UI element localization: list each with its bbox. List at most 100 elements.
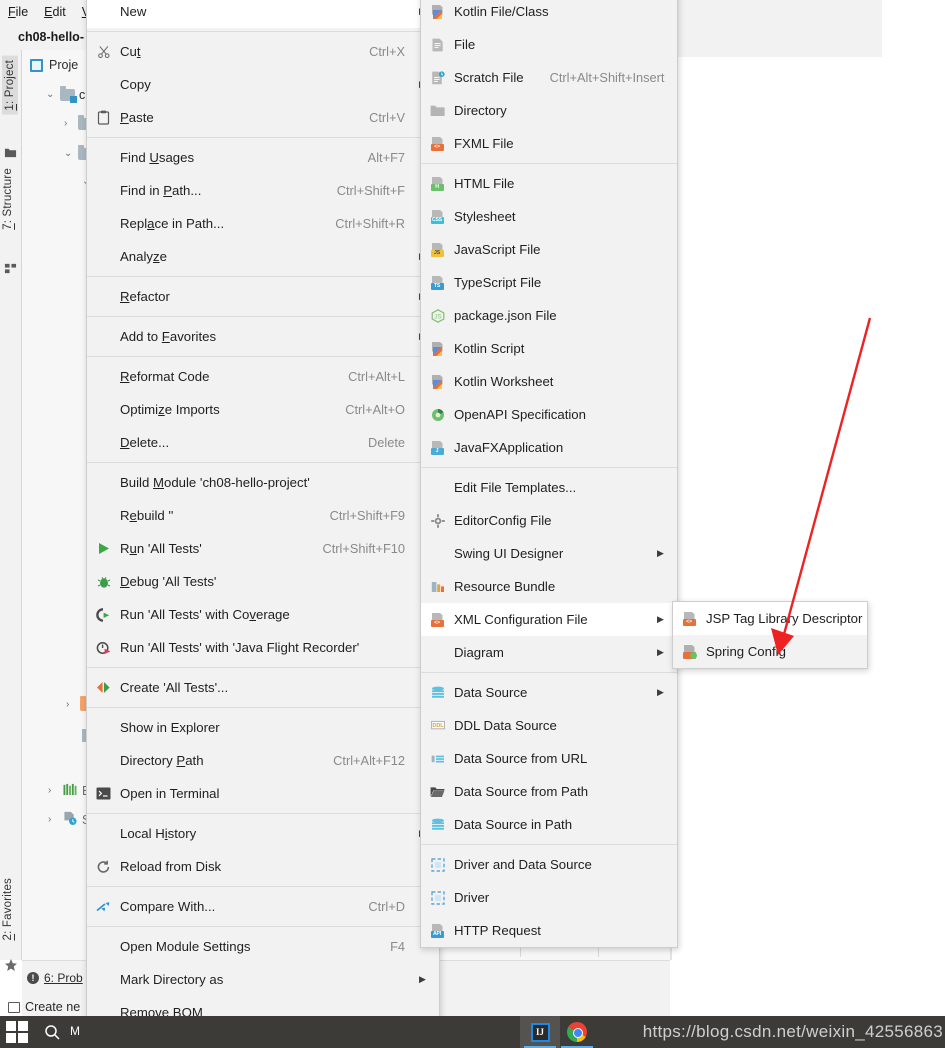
- menu-file[interactable]: File: [8, 5, 28, 19]
- menu-item-resource-bundle[interactable]: Resource Bundle: [421, 570, 677, 603]
- windows-taskbar[interactable]: M IJ: [0, 1016, 945, 1048]
- menu-item-jsp-tag-library-descriptor[interactable]: <> JSP Tag Library Descriptor: [673, 602, 867, 635]
- menu-item-build-module-ch08-hello-project[interactable]: Build Module 'ch08-hello-project': [87, 466, 439, 499]
- menu-item-openapi-specification[interactable]: OpenAPI Specification: [421, 398, 677, 431]
- search-label[interactable]: M: [70, 1024, 80, 1038]
- run-icon: [95, 541, 112, 557]
- menu-item-data-source-in-path[interactable]: Data Source in Path: [421, 808, 677, 841]
- chevron-right-icon[interactable]: ›: [64, 119, 74, 129]
- menu-item-data-source-from-path[interactable]: Data Source from Path: [421, 775, 677, 808]
- no-icon: [95, 249, 112, 265]
- sidebar-tab-structure[interactable]: 7: Structure: [2, 168, 14, 230]
- context-menu[interactable]: New▶ CutCtrl+XCopy▶PasteCtrl+V Find Usages…: [86, 0, 440, 1048]
- menu-item-data-source[interactable]: Data Source ▶: [421, 676, 677, 709]
- menu-item-kotlin-file-class[interactable]: Kotlin File/Class: [421, 0, 677, 28]
- menu-item-copy[interactable]: Copy▶: [87, 68, 439, 101]
- menu-item-rebuild-default[interactable]: Rebuild '' Ctrl+Shift+F9: [87, 499, 439, 532]
- menu-item-swing-ui-designer[interactable]: Swing UI Designer ▶: [421, 537, 677, 570]
- menu-item-analyze[interactable]: Analyze▶: [87, 240, 439, 273]
- menu-item-debug-all-tests[interactable]: Debug 'All Tests': [87, 565, 439, 598]
- new-submenu[interactable]: Kotlin File/Class File Scratch File Ctrl+Al…: [420, 0, 678, 948]
- menu-edit[interactable]: Edit: [44, 5, 66, 19]
- chevron-right-icon[interactable]: ›: [48, 814, 58, 825]
- ddl-icon: DDL: [429, 718, 446, 734]
- project-panel-label: Proje: [49, 58, 79, 72]
- submenu-arrow-icon: ▶: [419, 974, 426, 984]
- menu-item-driver[interactable]: Driver: [421, 881, 677, 914]
- chevron-down-icon[interactable]: ⌄: [64, 149, 74, 159]
- menu-item-label: Swing UI Designer: [454, 546, 564, 561]
- menu-item-typescript-file[interactable]: TS TypeScript File: [421, 266, 677, 299]
- menu-item-diagram[interactable]: Diagram ▶: [421, 636, 677, 669]
- menu-item-paste[interactable]: Paste Ctrl+V: [87, 101, 439, 134]
- menu-item-create-all-tests[interactable]: Create 'All Tests'...: [87, 671, 439, 704]
- menu-item-http-request[interactable]: API HTTP Request: [421, 914, 677, 947]
- menu-item-ddl-data-source[interactable]: DDL DDL Data Source: [421, 709, 677, 742]
- xml-configuration-submenu[interactable]: <> JSP Tag Library Descriptor Spring Confi…: [672, 601, 868, 669]
- menu-item-package-json-file[interactable]: JS package.json File: [421, 299, 677, 332]
- menu-item-stylesheet[interactable]: CSS Stylesheet: [421, 200, 677, 233]
- menu-item-label: Data Source from URL: [454, 751, 588, 766]
- menu-item-delete[interactable]: Delete... Delete: [87, 426, 439, 459]
- menu-item-javascript-file[interactable]: JS JavaScript File: [421, 233, 677, 266]
- no-icon: [95, 826, 112, 842]
- menu-item-show-in-explorer[interactable]: Show in Explorer: [87, 711, 439, 744]
- sidebar-tab-project[interactable]: 1: Project: [2, 56, 18, 115]
- menu-item-run-all-tests-with-coverage[interactable]: Run 'All Tests' with Coverage: [87, 598, 439, 631]
- chevron-right-icon[interactable]: ›: [66, 700, 76, 710]
- menu-item-find-usages[interactable]: Find Usages Alt+F7: [87, 141, 439, 174]
- menu-item-data-source-from-url[interactable]: Data Source from URL: [421, 742, 677, 775]
- kotlin-file-icon: [429, 341, 446, 357]
- menu-item-cut[interactable]: Cut Ctrl+X: [87, 35, 439, 68]
- menu-item-optimize-imports[interactable]: Optimize Imports Ctrl+Alt+O: [87, 393, 439, 426]
- menu-item-kotlin-worksheet[interactable]: Kotlin Worksheet: [421, 365, 677, 398]
- menu-item-shortcut: Ctrl+V: [369, 110, 405, 125]
- menu-item-reload-from-disk[interactable]: Reload from Disk: [87, 850, 439, 883]
- menu-item-open-in-terminal[interactable]: Open in Terminal: [87, 777, 439, 810]
- menu-item-directory[interactable]: Directory: [421, 94, 677, 127]
- menu-item-html-file[interactable]: H HTML File: [421, 167, 677, 200]
- menu-item-label: Run 'All Tests' with Coverage: [120, 607, 290, 622]
- no-icon: [95, 77, 112, 93]
- js-file-icon: JS: [429, 242, 446, 258]
- menu-item-edit-file-templates[interactable]: Edit File Templates...: [421, 471, 677, 504]
- menu-item-label: Show in Explorer: [120, 720, 220, 735]
- menu-item-xml-configuration-file[interactable]: <> XML Configuration File ▶: [421, 603, 677, 636]
- menu-item-editorconfig-file[interactable]: EditorConfig File: [421, 504, 677, 537]
- status-problems[interactable]: ! 6: Prob: [27, 971, 83, 985]
- menu-item-driver-and-data-source[interactable]: Driver and Data Source: [421, 848, 677, 881]
- no-icon: [95, 508, 112, 524]
- menu-item-run-all-tests[interactable]: Run 'All Tests' Ctrl+Shift+F10: [87, 532, 439, 565]
- menu-item-directory-path[interactable]: Directory Path Ctrl+Alt+F12: [87, 744, 439, 777]
- menu-item-file[interactable]: File: [421, 28, 677, 61]
- menu-item-fxml-file[interactable]: <> FXML File: [421, 127, 677, 160]
- menu-item-local-history[interactable]: Local History▶: [87, 817, 439, 850]
- menu-item-kotlin-script[interactable]: Kotlin Script: [421, 332, 677, 365]
- menu-item-label: JavaFXApplication: [454, 440, 564, 455]
- menu-item-label: Kotlin Worksheet: [454, 374, 554, 389]
- taskbar-app-chrome[interactable]: [557, 1016, 597, 1048]
- sidebar-tab-favorites[interactable]: 2: Favorites: [2, 878, 14, 941]
- menu-item-run-all-tests-with-java-flight-recorder[interactable]: Run 'All Tests' with 'Java Flight Record…: [87, 631, 439, 664]
- menu-item-compare-with[interactable]: Compare With... Ctrl+D: [87, 890, 439, 923]
- search-icon[interactable]: [44, 1024, 61, 1045]
- status-create-new[interactable]: Create ne: [8, 1000, 80, 1014]
- menu-item-scratch-file[interactable]: Scratch File Ctrl+Alt+Shift+Insert: [421, 61, 677, 94]
- menu-item-reformat-code[interactable]: Reformat Code Ctrl+Alt+L: [87, 360, 439, 393]
- menu-item-refactor[interactable]: Refactor▶: [87, 280, 439, 313]
- chevron-down-icon[interactable]: ⌄: [46, 90, 56, 100]
- menu-item-replace-in-path[interactable]: Replace in Path... Ctrl+Shift+R: [87, 207, 439, 240]
- taskbar-app-intellij[interactable]: IJ: [520, 1016, 560, 1048]
- menu-item-new[interactable]: New▶: [87, 0, 439, 28]
- menu-item-shortcut: Ctrl+Alt+O: [345, 402, 405, 417]
- menu-item-add-to-favorites[interactable]: Add to Favorites▶: [87, 320, 439, 353]
- menu-item-open-module-settings[interactable]: Open Module Settings F4: [87, 930, 439, 963]
- menu-item-shortcut: Ctrl+Alt+L: [348, 369, 405, 384]
- menu-item-javafxapplication[interactable]: J JavaFXApplication: [421, 431, 677, 464]
- menu-item-mark-directory-as[interactable]: Mark Directory as ▶: [87, 963, 439, 996]
- menu-item-shortcut: Ctrl+Alt+F12: [333, 753, 405, 768]
- menu-item-find-in-path[interactable]: Find in Path... Ctrl+Shift+F: [87, 174, 439, 207]
- menu-item-spring-config[interactable]: Spring Config: [673, 635, 867, 668]
- chevron-right-icon[interactable]: ›: [48, 786, 58, 796]
- start-button-icon[interactable]: [6, 1021, 28, 1043]
